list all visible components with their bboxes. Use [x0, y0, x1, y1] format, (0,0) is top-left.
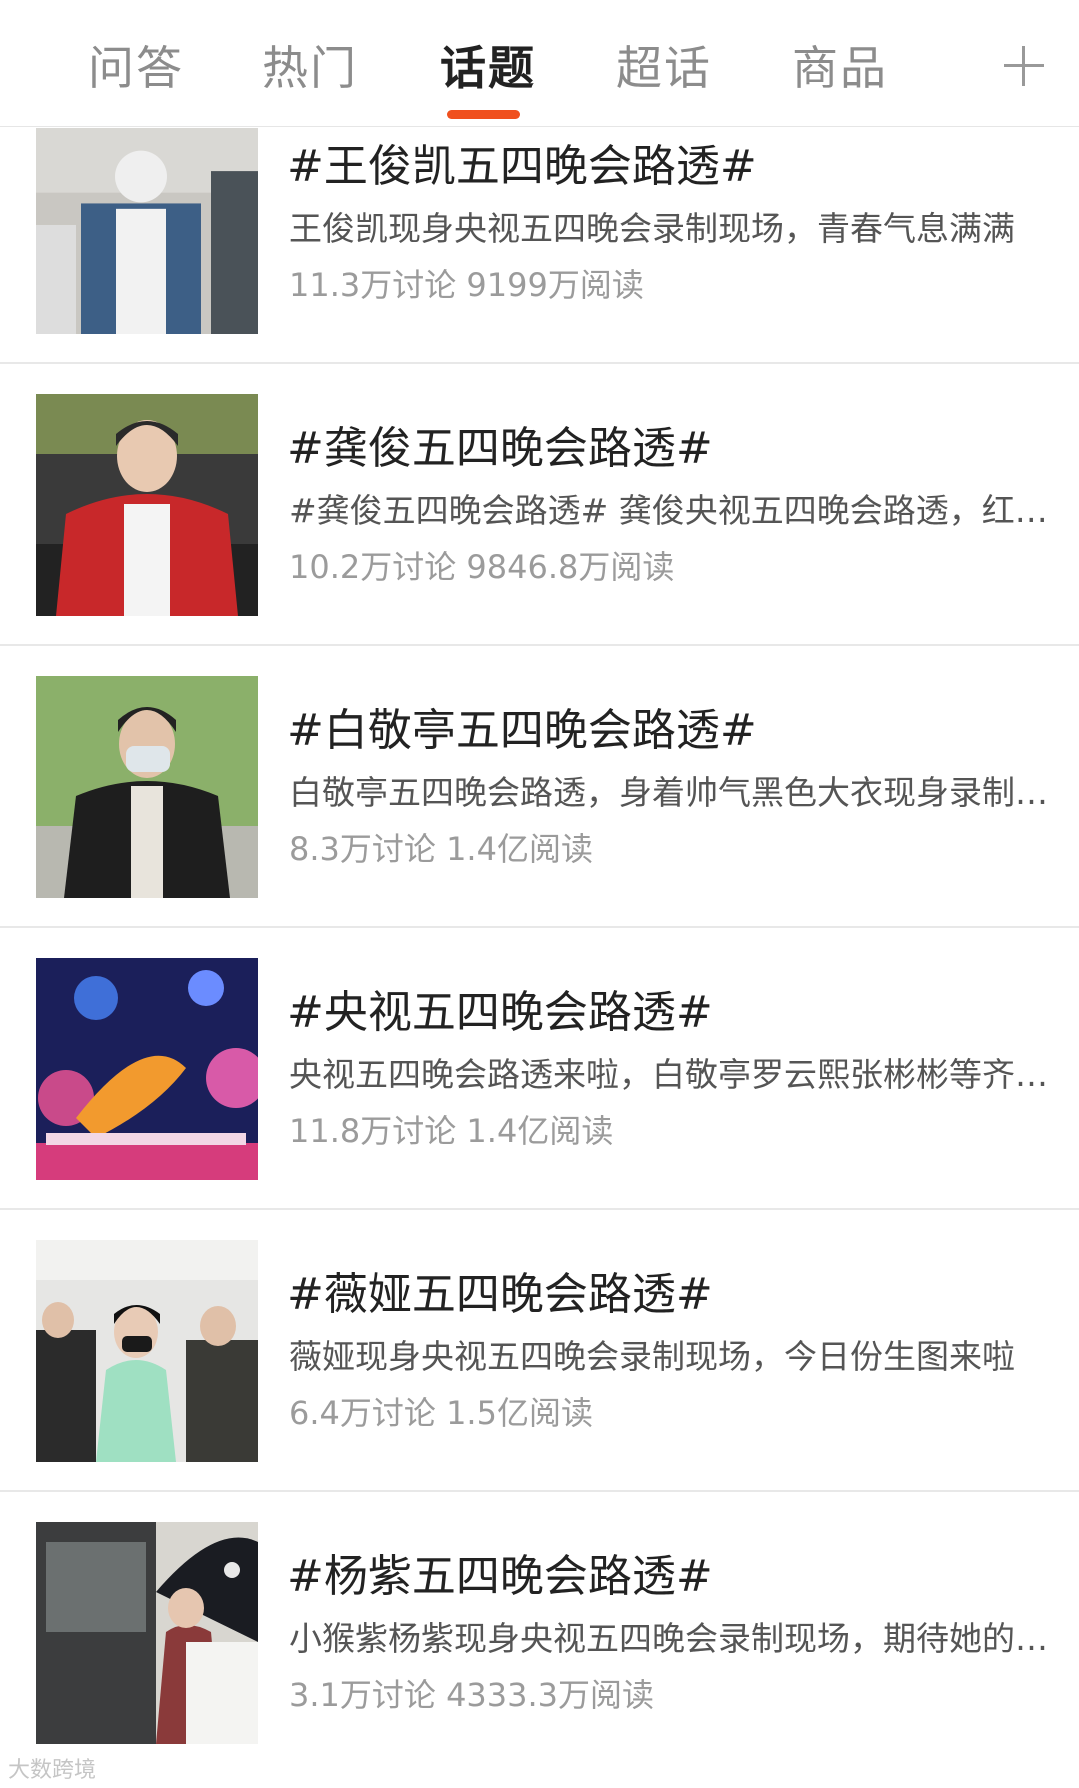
list-item[interactable]: #杨紫五四晚会路透# 小猴紫杨紫现身央视五四晚会录制现场，期待她的表演 3.1万… [0, 1492, 1079, 1774]
topic-stats: 3.1万讨论 4333.3万阅读 [289, 1676, 655, 1714]
list-item[interactable]: #薇娅五四晚会路透# 薇娅现身央视五四晚会录制现场，今日份生图来啦 6.4万讨论… [0, 1210, 1079, 1492]
plus-icon[interactable] [1000, 30, 1056, 102]
topic-thumbnail [36, 676, 258, 898]
topic-thumbnail [36, 394, 258, 616]
topic-thumbnail [36, 128, 258, 334]
topic-title: #王俊凯五四晚会路透# [287, 141, 757, 192]
topic-description: 薇娅现身央视五四晚会录制现场，今日份生图来啦 [289, 1337, 1015, 1376]
topic-description: 王俊凯现身央视五四晚会录制现场，青春气息满满 [289, 209, 1015, 248]
list-item[interactable]: #白敬亭五四晚会路透# 白敬亭五四晚会路透，身着帅气黑色大衣现身录制现场 8.3… [0, 646, 1079, 928]
topic-stats: 6.4万讨论 1.5亿阅读 [289, 1394, 593, 1432]
topic-stats: 11.8万讨论 1.4亿阅读 [289, 1112, 614, 1150]
topic-stats: 10.2万讨论 9846.8万阅读 [289, 548, 675, 586]
topic-title: #龚俊五四晚会路透# [287, 423, 713, 474]
topic-title: #白敬亭五四晚会路透# [287, 705, 757, 756]
topic-title: #薇娅五四晚会路透# [287, 1269, 713, 1320]
topic-description: 小猴紫杨紫现身央视五四晚会录制现场，期待她的表演 [289, 1619, 1049, 1658]
active-tab-indicator [447, 110, 520, 119]
list-item[interactable]: #龚俊五四晚会路透# #龚俊五四晚会路透# 龚俊央视五四晚会路透，红色西装帅气亮… [0, 364, 1079, 646]
topic-title: #杨紫五四晚会路透# [287, 1551, 713, 1602]
topic-description: #龚俊五四晚会路透# 龚俊央视五四晚会路透，红色西装帅气亮相 [289, 491, 1049, 530]
topic-thumbnail [36, 958, 258, 1180]
tab-super-topics[interactable]: 超话 [616, 38, 712, 98]
topic-thumbnail [36, 1522, 258, 1744]
tab-qa[interactable]: 问答 [88, 38, 184, 98]
list-item[interactable]: #央视五四晚会路透# 央视五四晚会路透来啦，白敬亭罗云熙张彬彬等齐亮相 11.8… [0, 928, 1079, 1210]
list-item[interactable]: #王俊凯五四晚会路透# 王俊凯现身央视五四晚会录制现场，青春气息满满 11.3万… [0, 128, 1079, 364]
tab-goods[interactable]: 商品 [792, 38, 888, 98]
topic-description: 央视五四晚会路透来啦，白敬亭罗云熙张彬彬等齐亮相 [289, 1055, 1049, 1094]
topic-thumbnail [36, 1240, 258, 1462]
topic-description: 白敬亭五四晚会路透，身着帅气黑色大衣现身录制现场 [289, 773, 1049, 812]
watermark: 大数跨境 [8, 1758, 97, 1783]
topic-title: #央视五四晚会路透# [287, 987, 713, 1038]
tab-topics[interactable]: 话题 [440, 38, 536, 98]
tab-hot[interactable]: 热门 [262, 38, 358, 98]
tab-bar: 问答 热门 话题 超话 商品 [0, 0, 1079, 127]
topic-stats: 8.3万讨论 1.4亿阅读 [289, 830, 593, 868]
topic-stats: 11.3万讨论 9199万阅读 [289, 266, 644, 304]
